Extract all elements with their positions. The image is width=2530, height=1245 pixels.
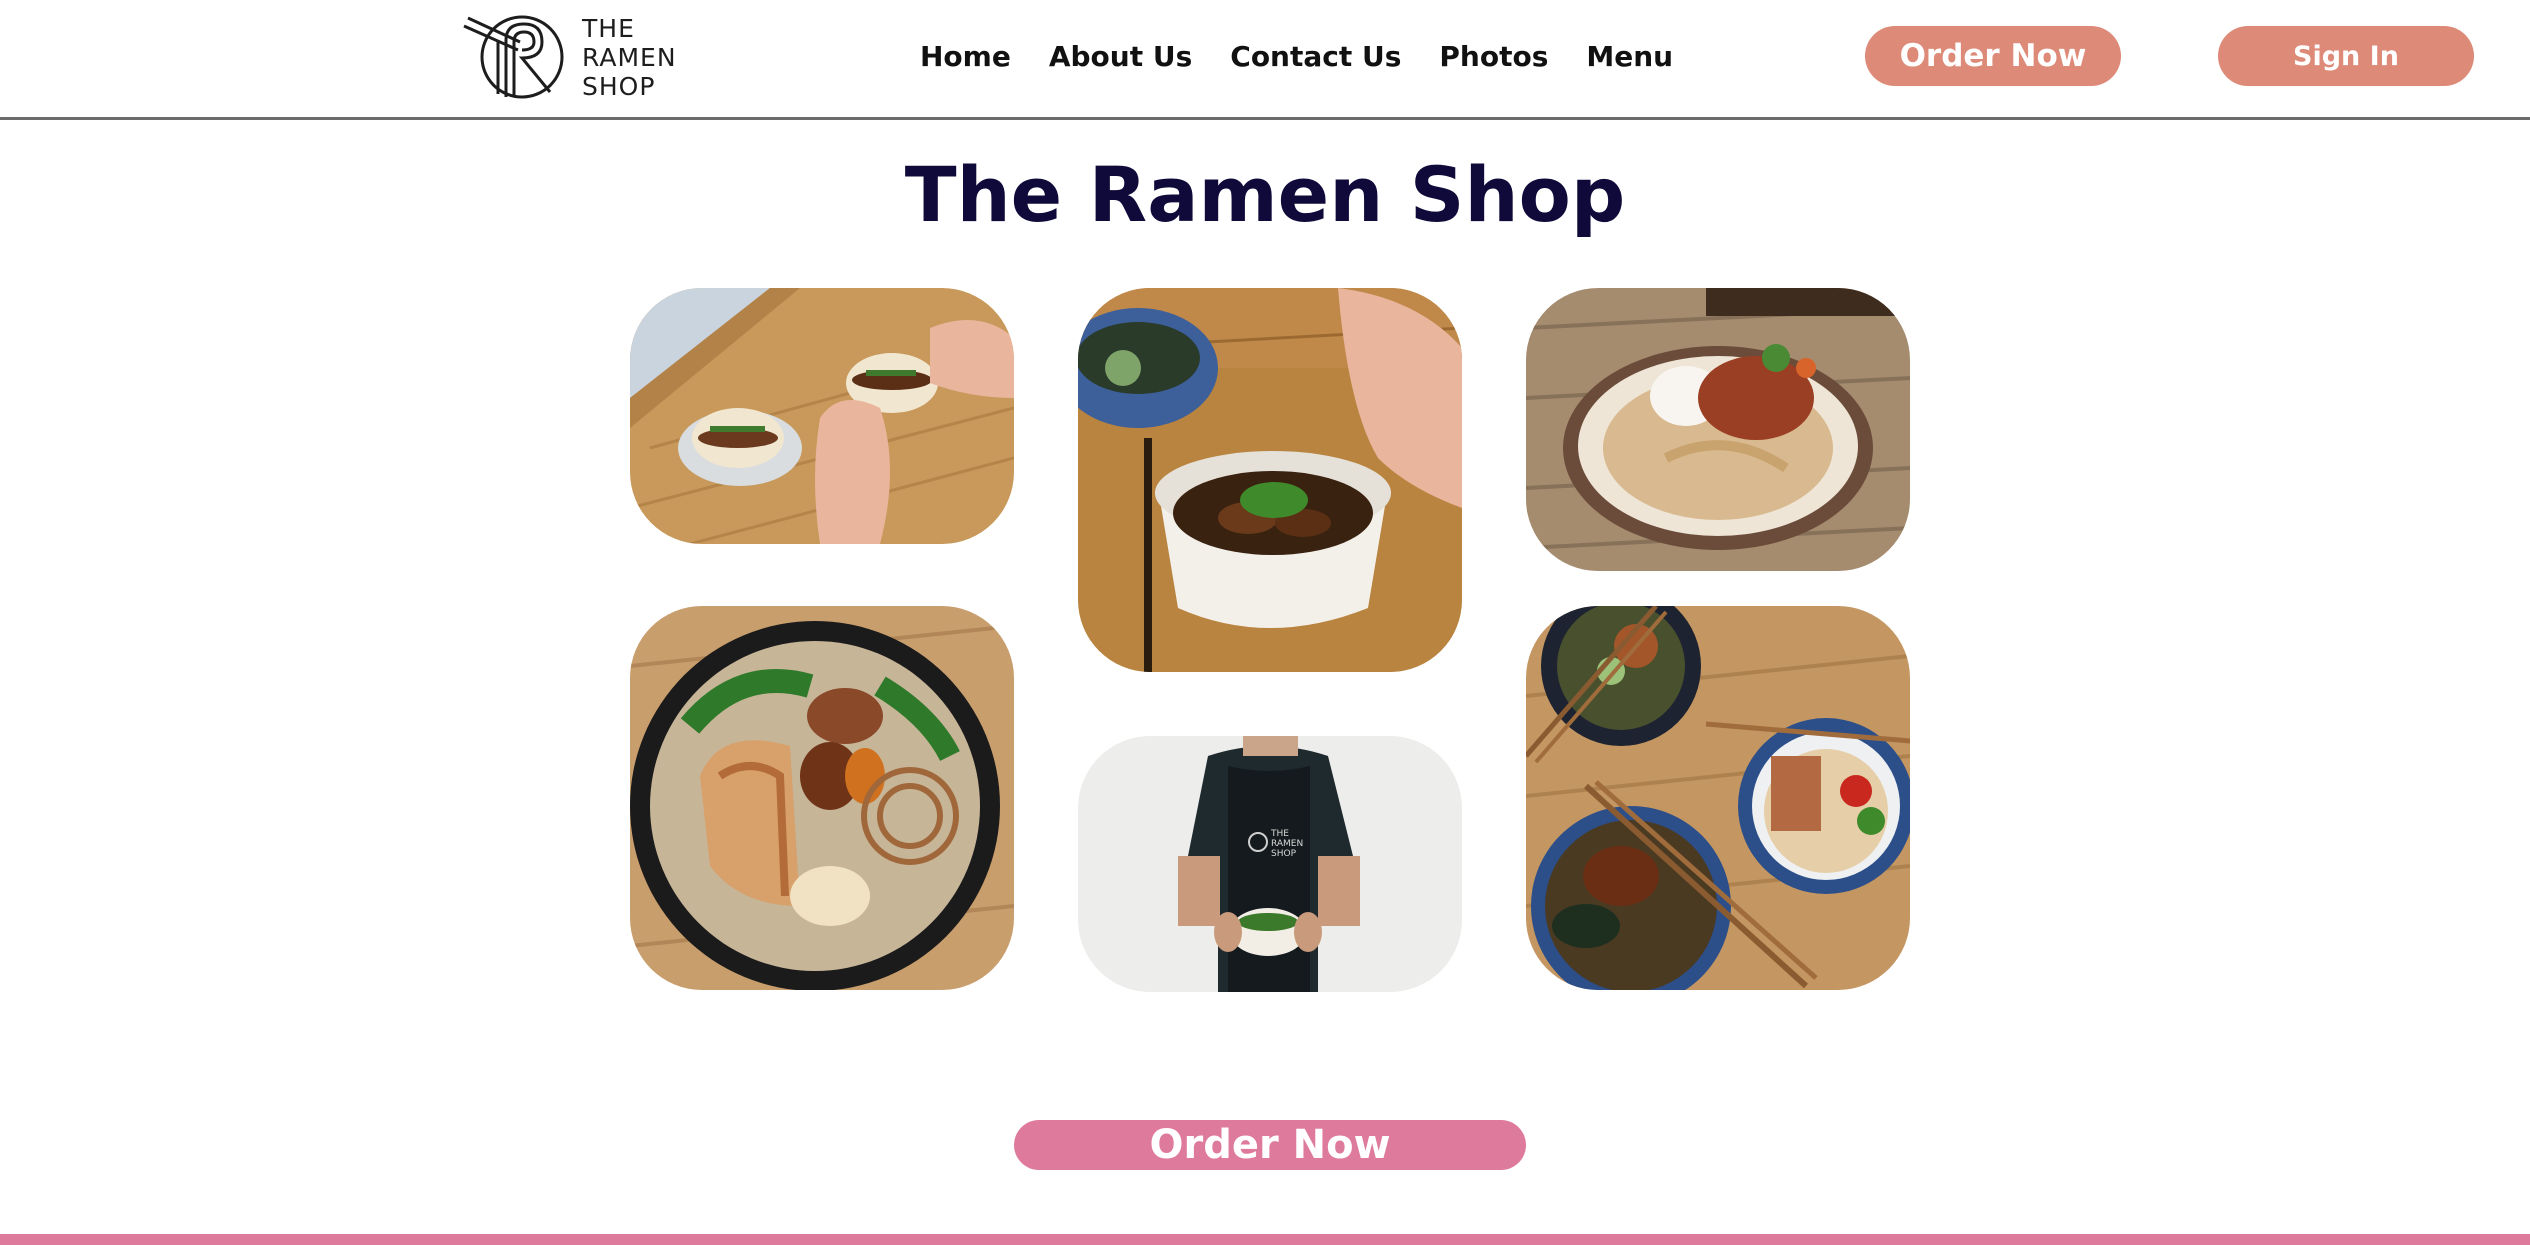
chef-apron-image: THE RAMEN SHOP: [1078, 736, 1462, 992]
brand-line: RAMEN: [582, 42, 677, 72]
photo-noodle-plate: [1526, 288, 1910, 571]
svg-text:RAMEN: RAMEN: [1271, 839, 1303, 849]
order-now-button[interactable]: Order Now: [1865, 26, 2121, 86]
nav-contact-us[interactable]: Contact Us: [1230, 40, 1401, 73]
main-nav: Home About Us Contact Us Photos Menu: [920, 30, 1673, 82]
pork-ramen-image: [630, 606, 1014, 990]
photo-chef-apron: THE RAMEN SHOP: [1078, 736, 1462, 992]
nav-about-us[interactable]: About Us: [1049, 40, 1192, 73]
brand-logo[interactable]: THE RAMEN SHOP: [460, 12, 677, 102]
order-now-main-button[interactable]: Order Now: [1014, 1120, 1526, 1170]
photo-ramen-bowls-chopsticks: [1526, 606, 1910, 990]
nav-photos[interactable]: Photos: [1439, 40, 1548, 73]
svg-text:SHOP: SHOP: [1271, 849, 1297, 859]
brand-line: SHOP: [582, 71, 656, 101]
photo-pork-ramen: [630, 606, 1014, 990]
brand-wordmark: THE RAMEN SHOP: [582, 14, 677, 101]
ramen-logo-icon: [463, 15, 564, 99]
photo-bao-buns: [630, 288, 1014, 544]
tofu-bowl-image: [1078, 288, 1462, 672]
sign-in-button[interactable]: Sign In: [2218, 26, 2474, 86]
nav-menu[interactable]: Menu: [1586, 40, 1673, 73]
page: THE RAMEN SHOP Home About Us Contact Us …: [0, 0, 2530, 1245]
noodle-plate-image: [1526, 288, 1910, 571]
ramen-bowls-image: [1526, 606, 1910, 990]
footer-bar: [0, 1234, 2530, 1245]
site-header: THE RAMEN SHOP Home About Us Contact Us …: [0, 0, 2530, 120]
nav-home[interactable]: Home: [920, 40, 1011, 73]
page-title: The Ramen Shop: [904, 150, 1626, 239]
brand-line: THE: [582, 13, 635, 43]
svg-text:THE: THE: [1270, 829, 1289, 839]
photo-tofu-bowl: [1078, 288, 1462, 672]
bao-buns-image: [630, 288, 1014, 544]
